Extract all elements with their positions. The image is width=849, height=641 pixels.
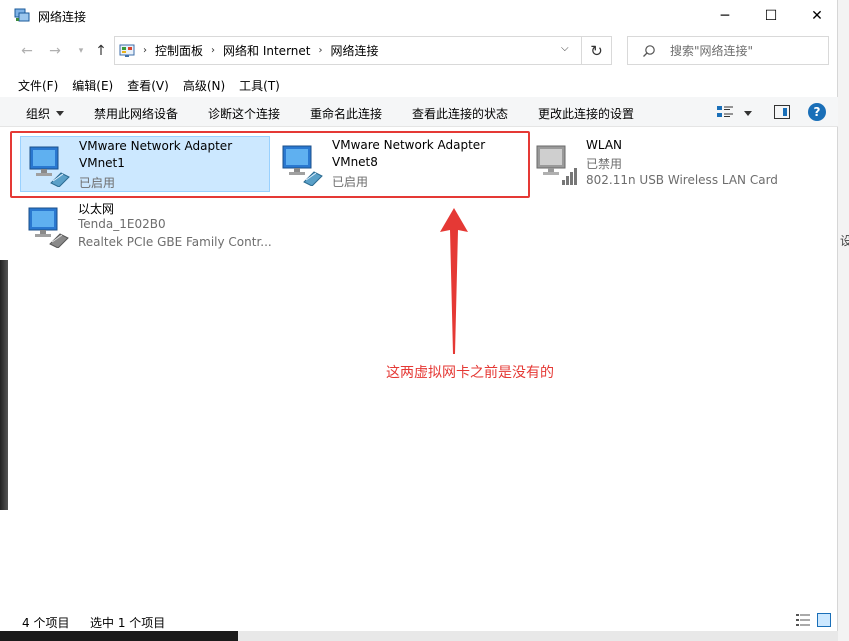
adapter-device: Tenda_1E02B0 <box>78 217 166 231</box>
control-panel-icon <box>119 44 135 57</box>
breadcrumb-network-internet[interactable]: 网络和 Internet <box>223 42 310 59</box>
menu-view[interactable]: 查看(V) <box>120 76 176 96</box>
item-count: 4 个项目 <box>22 616 70 630</box>
view-options-chevron-icon[interactable] <box>744 111 752 116</box>
breadcrumb-network-connections[interactable]: 网络连接 <box>330 42 378 59</box>
breadcrumb-control-panel[interactable]: 控制面板 <box>155 42 203 59</box>
rename-button[interactable]: 重命名此连接 <box>310 105 382 122</box>
background-window-edge: 设 <box>838 0 849 641</box>
search-icon <box>643 44 655 57</box>
adapter-device: 已禁用 <box>586 157 623 171</box>
change-view-icon[interactable] <box>716 104 734 120</box>
selected-count: 选中 1 个项目 <box>90 616 166 630</box>
menu-advanced[interactable]: 高级(N) <box>176 76 232 96</box>
breadcrumb-separator-icon: › <box>211 45 216 56</box>
desktop-background-bottom <box>0 631 238 641</box>
maximize-button[interactable]: ☐ <box>748 0 794 31</box>
annotation-arrow-icon <box>440 208 468 354</box>
help-icon[interactable]: ? <box>808 103 826 121</box>
view-status-button[interactable]: 查看此连接的状态 <box>412 105 508 122</box>
breadcrumb-separator-icon: › <box>143 45 147 56</box>
change-settings-button[interactable]: 更改此连接的设置 <box>538 105 634 122</box>
adapter-status: Realtek PCIe GBE Family Contr... <box>78 235 272 249</box>
background-window-glyph: 设 <box>840 234 849 248</box>
wireless-adapter-disabled-icon <box>536 145 577 185</box>
adapter-status: 802.11n USB Wireless LAN Card <box>586 173 778 187</box>
search-box[interactable]: 搜索"网络连接" <box>627 36 829 65</box>
explorer-window: 网络连接 ─ ☐ ✕ ← → ▾ ↑ › 控制面板 › 网络和 Internet… <box>0 0 838 641</box>
forward-button[interactable]: → <box>44 40 66 62</box>
menu-edit[interactable]: 编辑(E) <box>65 76 120 96</box>
preview-pane-icon[interactable] <box>774 105 790 119</box>
window-title: 网络连接 <box>38 10 87 24</box>
menu-bar: 文件(F) 编辑(E) 查看(V) 高级(N) 工具(T) <box>0 76 838 96</box>
search-input[interactable]: 搜索"网络连接" <box>670 42 753 59</box>
recent-locations-chevron-icon[interactable]: ▾ <box>70 40 92 62</box>
adapter-ethernet[interactable]: 以太网 Tenda_1E02B0 Realtek PCIe GBE Family… <box>20 198 272 254</box>
close-button[interactable]: ✕ <box>794 0 840 31</box>
annotation-highlight-box <box>10 131 530 198</box>
organize-button[interactable]: 组织 <box>26 105 65 122</box>
breadcrumb-separator-icon: › <box>318 45 323 56</box>
diagnose-button[interactable]: 诊断这个连接 <box>208 105 280 122</box>
network-folder-icon <box>14 8 30 22</box>
tiles-view-icon[interactable] <box>817 613 831 627</box>
disable-device-button[interactable]: 禁用此网络设备 <box>94 105 178 122</box>
minimize-button[interactable]: ─ <box>702 0 748 31</box>
menu-tools[interactable]: 工具(T) <box>232 76 287 96</box>
menu-file[interactable]: 文件(F) <box>11 76 65 96</box>
adapter-name: 以太网 <box>78 202 115 216</box>
desktop-background-bottom-light <box>238 631 838 641</box>
annotation-text: 这两虚拟网卡之前是没有的 <box>386 365 554 381</box>
adapter-name: WLAN <box>586 138 623 152</box>
status-bar: 4 个项目 选中 1 个项目 <box>0 612 838 631</box>
organize-label: 组织 <box>26 107 51 121</box>
desktop-background-edge <box>0 260 8 510</box>
refresh-button[interactable]: ↻ <box>581 36 611 65</box>
navigation-bar: ← → ▾ ↑ › 控制面板 › 网络和 Internet › 网络连接 ⌵ ↻ <box>0 36 838 66</box>
organize-chevron-icon <box>56 111 65 116</box>
command-bar: 组织 禁用此网络设备 诊断这个连接 重命名此连接 查看此连接的状态 更改此连接的… <box>0 97 838 127</box>
adapter-wlan[interactable]: WLAN 已禁用 802.11n USB Wireless LAN Card <box>528 136 778 192</box>
address-dropdown-chevron-icon[interactable]: ⌵ <box>561 43 569 54</box>
back-button[interactable]: ← <box>16 40 38 62</box>
address-bar[interactable]: › 控制面板 › 网络和 Internet › 网络连接 ⌵ ↻ <box>114 36 612 65</box>
up-button[interactable]: ↑ <box>90 40 112 62</box>
details-view-icon[interactable] <box>796 614 810 626</box>
ethernet-adapter-icon <box>28 207 69 248</box>
title-bar: 网络连接 ─ ☐ ✕ <box>0 0 838 31</box>
